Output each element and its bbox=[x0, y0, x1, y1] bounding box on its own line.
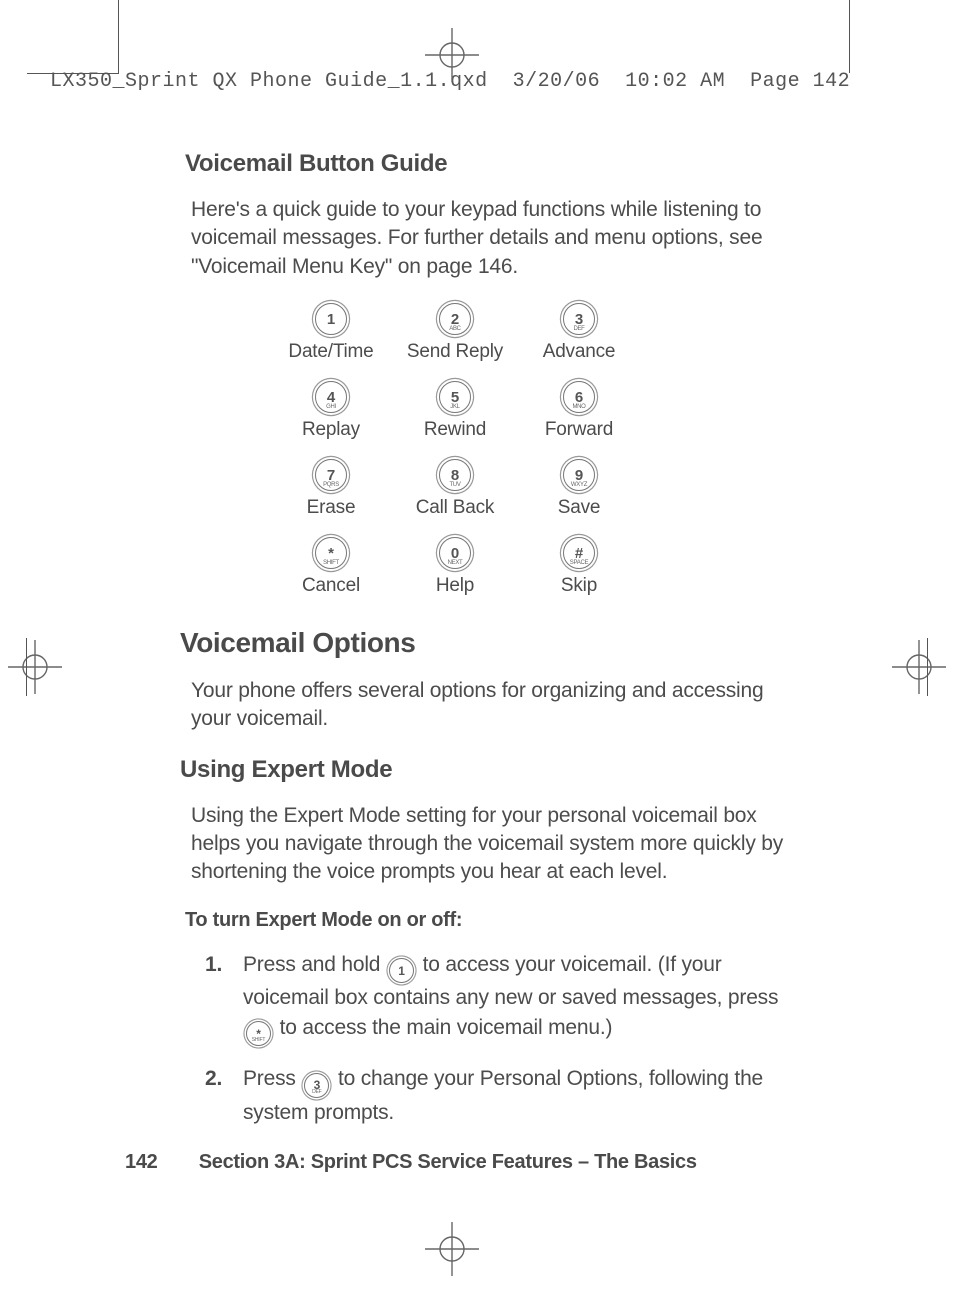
step-number: 2. bbox=[205, 1064, 243, 1127]
page-number: 142 bbox=[125, 1151, 157, 1173]
keypad-label: Save bbox=[523, 497, 635, 519]
paragraph-options-intro: Your phone offers several options for or… bbox=[191, 677, 785, 734]
keypad-button-icon: 9WXYZ bbox=[563, 459, 595, 491]
keypad-button-icon: #SPACE bbox=[563, 537, 595, 569]
keypad-label: Forward bbox=[523, 419, 635, 441]
steps-list: 1.Press and hold 1 to access your voicem… bbox=[205, 950, 785, 1127]
keypad-button-icon: 8TUV bbox=[439, 459, 471, 491]
step-item: 1.Press and hold 1 to access your voicem… bbox=[205, 950, 785, 1046]
keypad-button-icon: 1 bbox=[315, 303, 347, 335]
keypad-cell: 0NEXT Help bbox=[399, 537, 511, 597]
section-label: Section 3A: Sprint PCS Service Features … bbox=[199, 1151, 697, 1173]
keypad-button-icon: 3DEF bbox=[563, 303, 595, 335]
keypad-button-icon: 0NEXT bbox=[439, 537, 471, 569]
keypad-label: Advance bbox=[523, 341, 635, 363]
paragraph-button-guide-intro: Here's a quick guide to your keypad func… bbox=[191, 196, 785, 281]
crop-mark bbox=[26, 638, 27, 696]
step-text: Press 3DEF to change your Personal Optio… bbox=[243, 1064, 785, 1127]
keypad-label: Erase bbox=[275, 497, 387, 519]
lead-expert-toggle: To turn Expert Mode on or off: bbox=[185, 909, 785, 932]
paragraph-expert-intro: Using the Expert Mode setting for your p… bbox=[191, 802, 785, 887]
keypad-button-icon: 2ABC bbox=[439, 303, 471, 335]
crop-mark bbox=[27, 73, 119, 74]
keypad-label: Help bbox=[399, 575, 511, 597]
registration-mark-icon bbox=[425, 28, 479, 82]
keypad-label: Send Reply bbox=[399, 341, 511, 363]
slug-date: 3/20/06 bbox=[513, 70, 601, 93]
keypad-cell: 1 Date/Time bbox=[275, 303, 387, 363]
page-content: Voicemail Button Guide Here's a quick gu… bbox=[185, 150, 785, 1145]
crop-mark bbox=[927, 638, 928, 696]
keypad-label: Date/Time bbox=[275, 341, 387, 363]
keypad-label: Replay bbox=[275, 419, 387, 441]
keypad-label: Call Back bbox=[399, 497, 511, 519]
heading-expert-mode: Using Expert Mode bbox=[180, 756, 785, 784]
crop-mark bbox=[849, 0, 850, 73]
registration-mark-icon bbox=[425, 1222, 479, 1276]
crop-mark bbox=[118, 0, 119, 73]
keypad-cell: 7PQRS Erase bbox=[275, 459, 387, 519]
step-item: 2.Press 3DEF to change your Personal Opt… bbox=[205, 1064, 785, 1127]
keypad-cell: #SPACE Skip bbox=[523, 537, 635, 597]
keypad-grid: 1 Date/Time 2ABC Send Reply 3DEF Advance 4GHI R… bbox=[275, 303, 785, 597]
keypad-label: Cancel bbox=[275, 575, 387, 597]
keypad-cell: 6MNO Forward bbox=[523, 381, 635, 441]
keypad-button-icon: 4GHI bbox=[315, 381, 347, 413]
heading-voicemail-options: Voicemail Options bbox=[180, 627, 785, 659]
keypad-cell: 9WXYZ Save bbox=[523, 459, 635, 519]
registration-mark-icon bbox=[8, 640, 62, 694]
keypad-button-icon: 1 bbox=[389, 958, 414, 983]
keypad-cell: *SHIFT Cancel bbox=[275, 537, 387, 597]
keypad-button-icon: 3DEF bbox=[304, 1073, 329, 1098]
keypad-cell: 5JKL Rewind bbox=[399, 381, 511, 441]
keypad-label: Skip bbox=[523, 575, 635, 597]
keypad-cell: 2ABC Send Reply bbox=[399, 303, 511, 363]
keypad-button-icon: *SHIFT bbox=[246, 1021, 271, 1046]
step-text: Press and hold 1 to access your voicemai… bbox=[243, 950, 785, 1046]
step-number: 1. bbox=[205, 950, 243, 1046]
keypad-button-icon: 5JKL bbox=[439, 381, 471, 413]
keypad-label: Rewind bbox=[399, 419, 511, 441]
registration-mark-icon bbox=[892, 640, 946, 694]
keypad-cell: 4GHI Replay bbox=[275, 381, 387, 441]
keypad-button-icon: 6MNO bbox=[563, 381, 595, 413]
keypad-cell: 3DEF Advance bbox=[523, 303, 635, 363]
keypad-cell: 8TUV Call Back bbox=[399, 459, 511, 519]
slug-time: 10:02 AM bbox=[625, 70, 725, 93]
slug-page: Page 142 bbox=[750, 70, 850, 93]
heading-button-guide: Voicemail Button Guide bbox=[185, 150, 785, 178]
keypad-button-icon: 7PQRS bbox=[315, 459, 347, 491]
keypad-button-icon: *SHIFT bbox=[315, 537, 347, 569]
page-footer: 142 Section 3A: Sprint PCS Service Featu… bbox=[125, 1151, 825, 1174]
